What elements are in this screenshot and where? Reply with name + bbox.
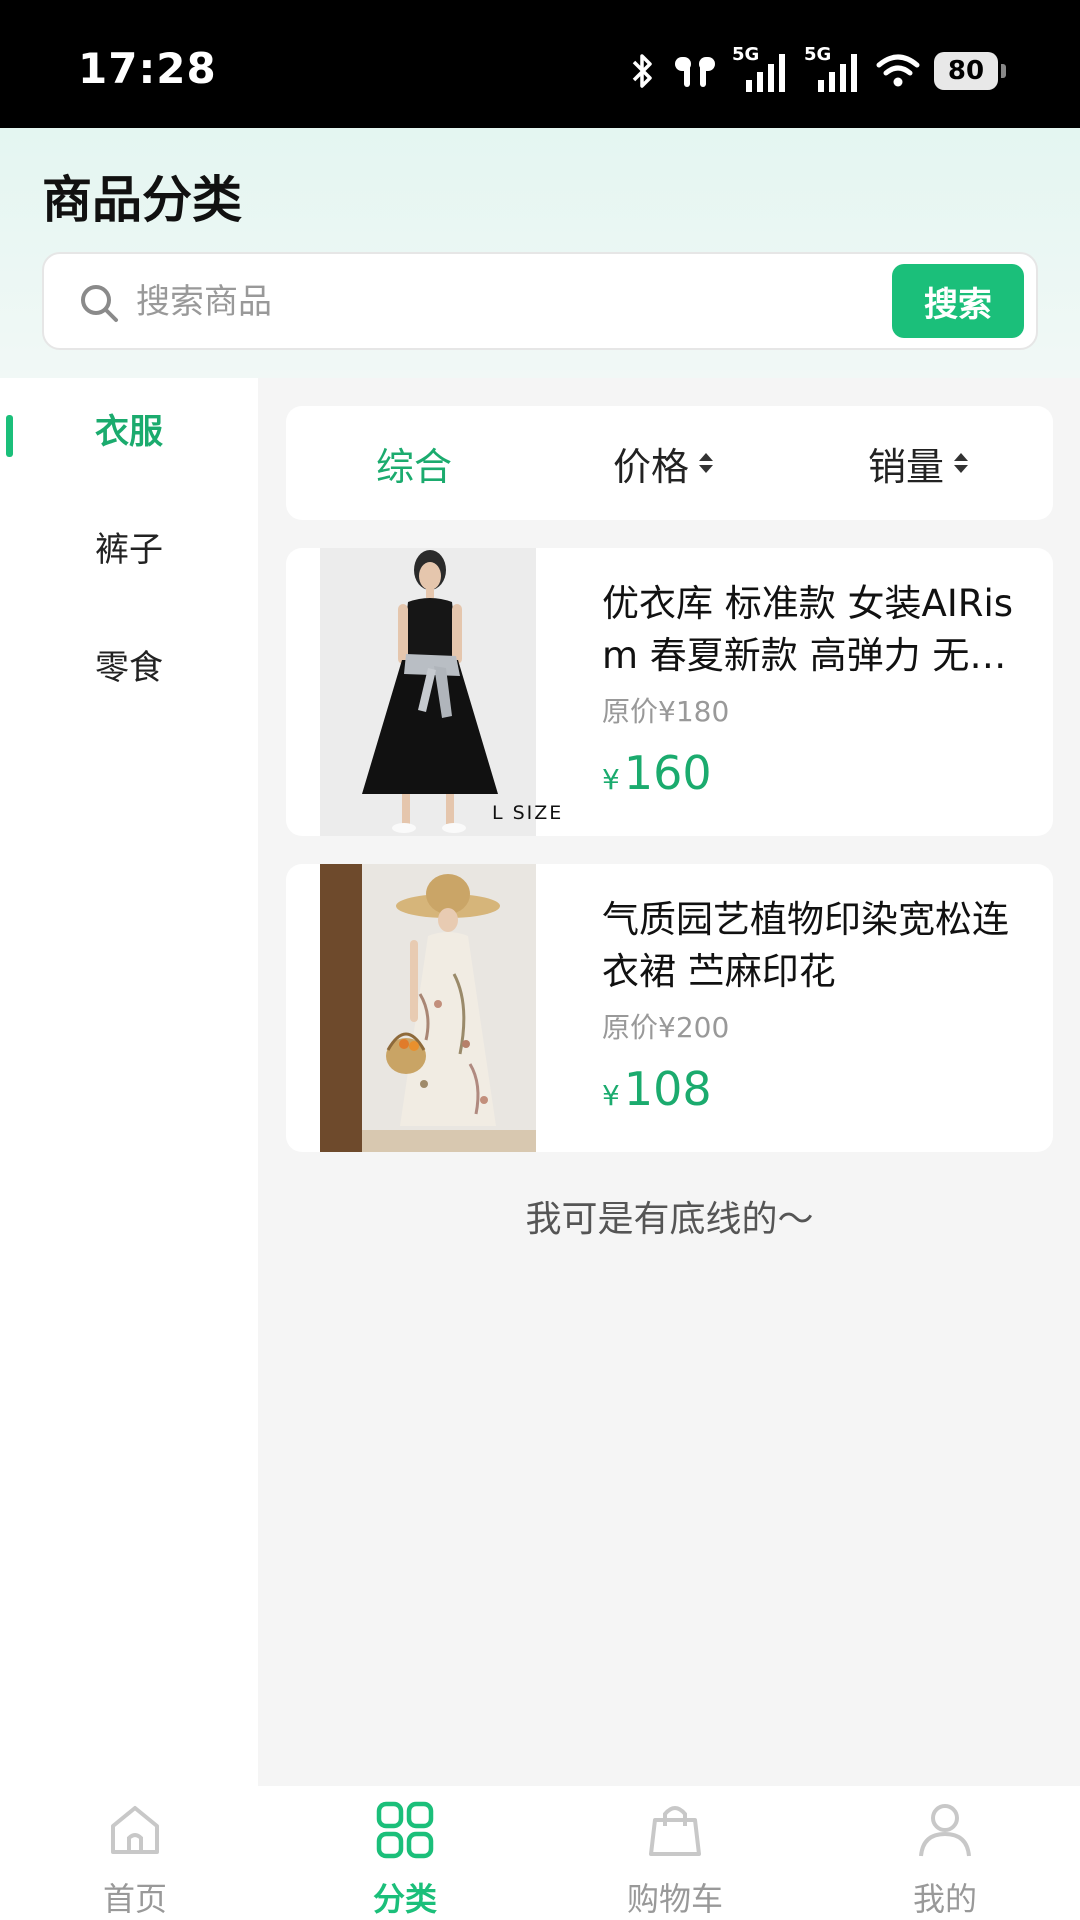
status-time: 17:28 xyxy=(78,44,217,93)
cart-icon xyxy=(649,1806,701,1856)
sort-label: 价格 xyxy=(613,444,690,489)
image-caption: L SIZE xyxy=(492,802,564,824)
signal-bars-icon xyxy=(746,54,785,92)
sort-label: 综合 xyxy=(376,444,453,489)
product-card[interactable]: 气质园艺植物印染宽松连衣裙 苎麻印花 原价¥200 ¥ 108 xyxy=(286,864,1053,1152)
category-item-snacks[interactable]: 零食 xyxy=(0,614,258,714)
product-image-black-dress xyxy=(320,548,536,836)
status-bar: 17:28 5G 5G 80 xyxy=(0,0,1080,128)
bottom-nav: 首页 分类 购物车 我的 xyxy=(0,1786,1080,1920)
list-end-text: 我可是有底线的～ xyxy=(525,1199,814,1240)
nav-item-profile[interactable]: 我的 xyxy=(810,1786,1080,1920)
signal-bars-icon xyxy=(818,54,857,92)
cellular-signal-1: 5G xyxy=(732,44,790,94)
category-label: 衣服 xyxy=(95,411,163,452)
status-icons: 5G 5G 80 xyxy=(628,44,1006,98)
nav-label: 首页 xyxy=(102,1880,167,1918)
product-image-floral-dress xyxy=(320,864,536,1152)
original-price: 原价¥200 xyxy=(602,1011,730,1044)
sale-price: ¥ 160 xyxy=(602,746,712,800)
currency-symbol: ¥ xyxy=(602,1079,620,1112)
category-item-clothes[interactable]: 衣服 xyxy=(0,378,258,478)
search-bar: 搜索 xyxy=(42,252,1038,350)
bluetooth-icon xyxy=(632,54,652,88)
sale-price: ¥ 108 xyxy=(602,1062,712,1116)
nav-label: 我的 xyxy=(912,1880,977,1918)
battery-indicator: 80 xyxy=(934,52,1006,90)
price-value: 108 xyxy=(623,1062,712,1116)
category-label: 裤子 xyxy=(95,529,163,570)
nav-item-category[interactable]: 分类 xyxy=(270,1786,540,1920)
sort-arrows-icon xyxy=(954,453,969,473)
sort-tab-price[interactable]: 价格 xyxy=(613,406,714,520)
product-name: 气质园艺植物印染宽松连衣裙 苎麻印花 xyxy=(602,898,1009,993)
sort-tab-comprehensive[interactable]: 综合 xyxy=(376,406,452,520)
home-icon xyxy=(111,1806,159,1854)
price-value: 160 xyxy=(623,746,712,800)
nav-label: 购物车 xyxy=(626,1880,723,1918)
nav-label: 分类 xyxy=(372,1880,437,1918)
earbuds-icon xyxy=(675,57,715,87)
active-indicator xyxy=(6,415,13,457)
category-label: 零食 xyxy=(95,647,163,688)
sort-tab-sales[interactable]: 销量 xyxy=(868,406,969,520)
sort-label: 销量 xyxy=(868,444,945,489)
profile-icon xyxy=(919,1804,971,1857)
category-sidebar: 衣服 裤子 零食 xyxy=(0,378,258,1786)
nav-item-cart[interactable]: 购物车 xyxy=(540,1786,810,1920)
search-input[interactable] xyxy=(136,266,816,338)
cellular-signal-2: 5G xyxy=(804,44,862,94)
sort-bar: 综合 价格 销量 xyxy=(286,406,1053,520)
category-item-pants[interactable]: 裤子 xyxy=(0,496,258,596)
original-price: 原价¥180 xyxy=(602,695,730,728)
product-card[interactable]: L SIZE 优衣库 标准款 女装AIRism 春夏新款 高弹力 无袖连衣裙 原… xyxy=(286,548,1053,836)
search-button[interactable]: 搜索 xyxy=(892,264,1024,338)
search-icon xyxy=(81,285,118,322)
page-header: 商品分类 搜索 xyxy=(0,128,1080,378)
sort-arrows-icon xyxy=(699,453,714,473)
page-title: 商品分类 xyxy=(42,171,242,229)
category-icon xyxy=(376,1801,434,1859)
currency-symbol: ¥ xyxy=(602,763,620,796)
product-name: 优衣库 标准款 女装AIRism 春夏新款 高弹力 无袖连衣裙 xyxy=(602,582,1014,677)
wifi-icon xyxy=(876,54,920,87)
nav-item-home[interactable]: 首页 xyxy=(0,1786,270,1920)
